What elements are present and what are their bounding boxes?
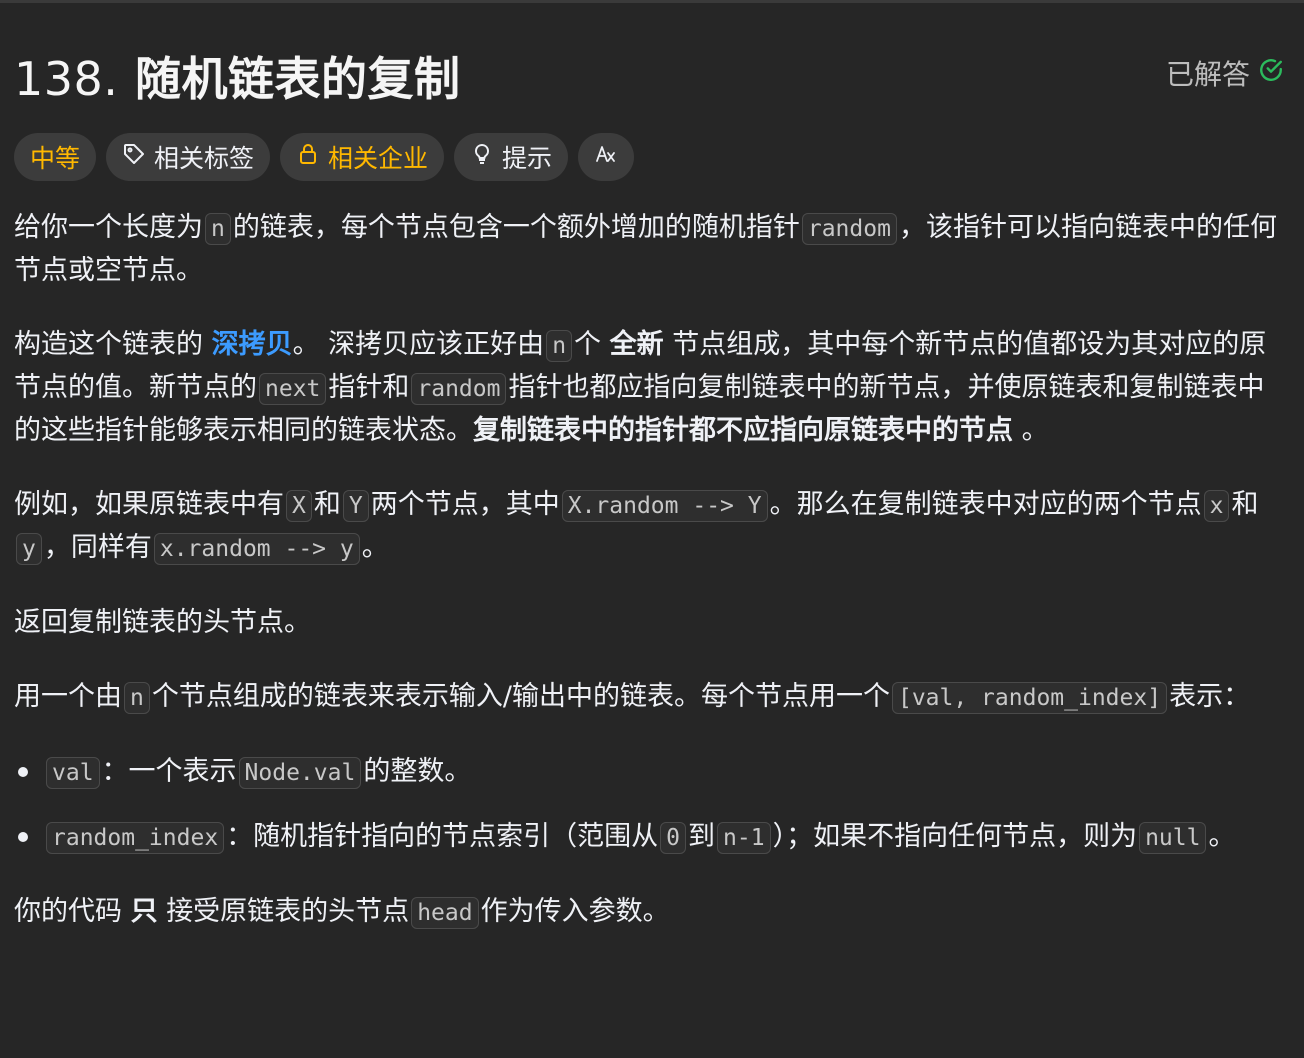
text: 。那么在复制链表中对应的两个节点 [769, 489, 1202, 520]
inline-code: Node.val [238, 757, 362, 789]
description-paragraph-3: 例如，如果原链表中有 X 和 Y 两个节点，其中 X.random --> Y 。那么在复制… [14, 484, 1290, 570]
deep-copy-link[interactable]: 深拷贝 [212, 329, 293, 360]
inline-code: 0 [660, 822, 687, 854]
check-circle-icon [1258, 57, 1284, 90]
text: ：一个表示 [101, 756, 237, 787]
lightbulb-icon [470, 142, 494, 172]
related-tags-button[interactable]: 相关标签 [106, 133, 271, 181]
text: 例如，如果原链表中有 [14, 489, 284, 520]
inline-code: n-1 [717, 822, 771, 854]
problem-description: 给你一个长度为 n 的链表，每个节点包含一个额外增加的随机指针 random ，该指针可… [14, 207, 1290, 934]
problem-title[interactable]: 138. 随机链表的复制 [14, 43, 460, 109]
field-list: val ：一个表示 Node.val 的整数。 random_index ：随机指针指向… [14, 751, 1290, 859]
inline-code: n [546, 330, 573, 362]
text: 表示： [1169, 681, 1251, 712]
inline-code: random [801, 213, 897, 245]
inline-code: val [46, 757, 100, 789]
text: 。 [1021, 415, 1049, 446]
lock-icon [296, 142, 320, 172]
inline-code: null [1139, 822, 1207, 854]
bold-text: 只 [130, 896, 158, 927]
bold-text: 复制链表中的指针都不应指向原链表中的节点 [473, 415, 1013, 446]
difficulty-label: 中等 [30, 144, 81, 173]
tag-icon [122, 142, 146, 172]
text: 。 深拷贝应该正好由 [292, 329, 545, 360]
related-companies-button[interactable]: 相关企业 [280, 133, 445, 181]
inline-code: random_index [46, 822, 225, 854]
related-tags-label: 相关标签 [154, 144, 255, 173]
list-item: random_index ：随机指针指向的节点索引（范围从 0 到 n-1 ）；如果不指向… [18, 816, 1290, 859]
solved-status: 已解答 [1166, 53, 1284, 93]
inline-code: x.random --> y [153, 533, 360, 565]
bold-text: 全新 [609, 329, 664, 360]
text: 的整数。 [363, 756, 472, 787]
text: 指针和 [328, 372, 410, 403]
inline-code: n [205, 213, 231, 245]
related-companies-label: 相关企业 [328, 144, 429, 173]
inline-code: X [286, 490, 312, 522]
inline-code: Y [342, 490, 369, 522]
inline-code: head [411, 897, 479, 929]
description-paragraph-5: 用一个由 n 个节点组成的链表来表示输入/输出中的链表。每个节点用一个 [val, r… [14, 676, 1290, 719]
inline-code: next [259, 373, 327, 405]
tag-bar: 中等 相关标签 相关企业 提示 [14, 133, 1290, 181]
inline-code: [val, random_index] [891, 682, 1168, 714]
problem-panel: 138. 随机链表的复制 已解答 中等 相关标签 相关企业 提示 给你一个长度为… [0, 0, 1304, 934]
text: 的链表，每个节点包含一个额外增加的随机指针 [232, 212, 800, 243]
inline-code: X.random --> Y [561, 490, 768, 522]
difficulty-badge[interactable]: 中等 [14, 133, 97, 181]
problem-number: 138. [14, 52, 119, 106]
description-paragraph-6: 你的代码 只 接受原链表的头节点 head 作为传入参数。 [14, 891, 1290, 934]
text: 接受原链表的头节点 [166, 896, 410, 927]
text: 你的代码 [14, 896, 122, 927]
translate-button[interactable] [578, 133, 635, 181]
inline-code: y [16, 533, 42, 565]
text: ：随机指针指向的节点索引（范围从 [226, 821, 659, 852]
inline-code: x [1203, 490, 1230, 522]
problem-title-text: 随机链表的复制 [134, 52, 461, 106]
text: 构造这个链表的 [14, 329, 203, 360]
text: 给你一个长度为 [14, 212, 203, 243]
problem-header: 138. 随机链表的复制 已解答 [14, 0, 1290, 149]
text: 和 [1231, 489, 1259, 520]
text: 。 [361, 532, 389, 563]
hint-label: 提示 [502, 144, 553, 173]
hint-button[interactable]: 提示 [454, 133, 569, 181]
description-paragraph-2: 构造这个链表的 深拷贝。 深拷贝应该正好由 n 个 全新 节点组成，其中每个新节点的… [14, 324, 1290, 452]
inline-code: n [124, 682, 150, 714]
description-paragraph-1: 给你一个长度为 n 的链表，每个节点包含一个额外增加的随机指针 random ，该指针可… [14, 207, 1290, 292]
text: 用一个由 [14, 681, 122, 712]
text: ）；如果不指向任何节点，则为 [772, 821, 1138, 852]
inline-code: random [411, 373, 507, 405]
description-paragraph-4: 返回复制链表的头节点。 [14, 607, 311, 638]
text: 和 [313, 489, 341, 520]
text: 到 [688, 821, 716, 852]
text: 个 [574, 329, 602, 360]
translate-icon [594, 142, 618, 172]
text: ，同样有 [43, 532, 152, 563]
text: 两个节点，其中 [370, 489, 560, 520]
text: 。 [1208, 821, 1236, 852]
solved-label: 已解答 [1165, 58, 1250, 91]
text: 个节点组成的链表来表示输入/输出中的链表。每个节点用一个 [151, 681, 890, 712]
list-item: val ：一个表示 Node.val 的整数。 [18, 751, 1290, 794]
text: 作为传入参数。 [480, 896, 670, 927]
